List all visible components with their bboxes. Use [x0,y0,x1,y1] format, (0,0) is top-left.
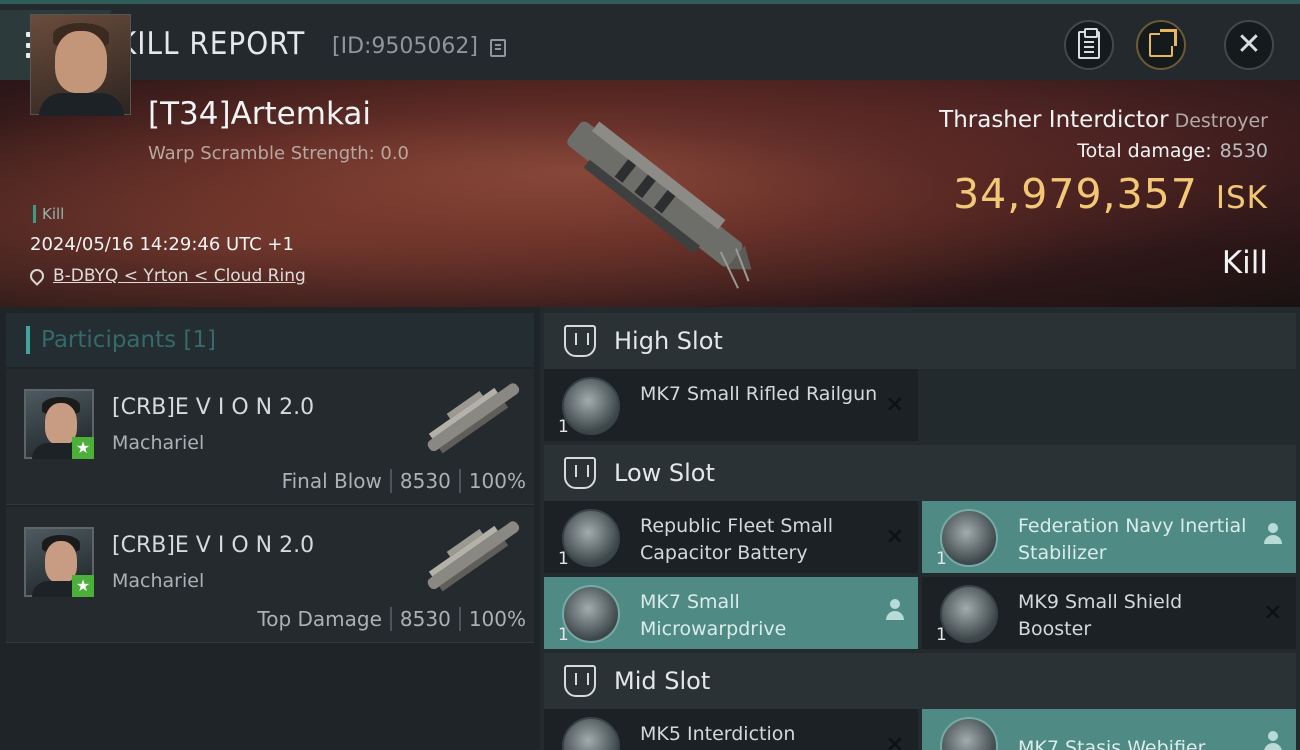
module-name: Federation Navy Inertial Stabilizer [1018,515,1247,564]
clipboard-icon [1078,28,1100,59]
participant-ship-image[interactable] [414,373,534,463]
low-slot-header: Low Slot [544,445,1296,501]
participant-damage: 8530 [399,607,451,631]
module-name: MK7 Stasis Webifier [1018,737,1206,750]
fitting-panel: High Slot 1 MK7 Small Rifled Railgun ✕ L… [540,307,1300,750]
stasis-webifier-icon [940,717,998,750]
interdiction-icon [562,717,620,750]
total-damage: Total damage: 8530 [1077,140,1268,162]
participants-panel: Participants [1] ★ [CRB]E V I O N 2.0 Ma… [0,307,540,750]
kill-tag: Kill [33,205,64,223]
mid-slot-label: Mid Slot [614,667,711,695]
participant-stats: Top Damage 8530 100% [257,607,526,631]
participant-avatar[interactable]: ★ [24,389,94,459]
participant-ship-image[interactable] [414,511,534,601]
participant-role: Final Blow [281,469,382,493]
participant-percent: 100% [468,469,526,493]
isk-amount: 34,979,357 [953,170,1198,218]
module-item[interactable]: 1 Republic Fleet Small Capacitor Battery… [544,501,918,573]
high-slot-header: High Slot [544,313,1296,369]
share-button[interactable] [1136,20,1186,70]
module-qty: 1 [558,625,569,645]
module-item[interactable]: 1 Federation Navy Inertial Stabilizer [922,501,1296,573]
location-pin-icon [27,266,47,286]
module-item[interactable]: 1 MK7 Small Rifled Railgun ✕ [544,369,918,441]
destroyed-x-icon: ✕ [885,393,904,418]
victim-name[interactable]: [T34]Artemkai [148,96,371,132]
destroyed-x-icon: ✕ [1263,601,1282,626]
pilot-icon [886,599,904,623]
module-name: MK9 Small Shield Booster [1018,591,1183,640]
module-qty: 1 [558,549,569,569]
module-name: MK7 Small Rifled Railgun [640,383,878,405]
close-button[interactable]: ✕ [1224,20,1274,70]
pilot-icon [1264,731,1282,750]
ship-name: Thrasher Interdictor [939,107,1169,133]
total-damage-value: 8530 [1219,140,1268,162]
victim-avatar[interactable] [30,14,131,116]
low-slot-label: Low Slot [614,459,715,487]
share-icon [1149,29,1177,57]
participants-count: [1] [183,327,217,353]
warp-scramble-strength: Warp Scramble Strength: 0.0 [148,143,410,164]
pilot-icon [1264,523,1282,547]
victim-ship-type: Thrasher Interdictor Destroyer [939,107,1268,133]
module-item[interactable]: 1 MK9 Small Shield Booster ✕ [922,577,1296,649]
destroyed-x-icon: ✕ [885,525,904,550]
high-slot-icon [564,325,596,357]
participant-percent: 100% [468,607,526,631]
module-name: Republic Fleet Small Capacitor Battery [640,515,834,564]
mid-slot-header: Mid Slot [544,653,1296,709]
top-bar: KILL REPORT [ID:9505062] ✕ [0,0,1300,80]
module-item[interactable]: MK5 Interdiction ✕ [544,709,918,750]
module-qty: 1 [558,417,569,437]
ship-class: Destroyer [1174,110,1268,132]
participants-label: Participants [41,327,177,353]
module-qty: 1 [936,625,947,645]
kill-datetime: 2024/05/16 14:29:46 UTC +1 [30,234,294,255]
microwarpdrive-icon [562,585,620,643]
participant-ship: Machariel [112,432,205,454]
close-icon: ✕ [1236,27,1262,62]
module-name: MK7 Small Microwarpdrive [640,591,787,640]
copy-id-icon[interactable] [490,39,506,57]
inertial-stabilizer-icon [940,509,998,567]
participant-row[interactable]: ★ [CRB]E V I O N 2.0 Machariel Top Damag… [6,507,534,643]
kill-result: Kill [1221,245,1268,281]
participant-name: [CRB]E V I O N 2.0 [112,533,315,558]
participant-role: Top Damage [257,607,382,631]
participants-header[interactable]: Participants [1] [6,313,534,367]
isk-unit: ISK [1215,180,1268,216]
page-title: KILL REPORT [118,26,306,62]
kill-location-link[interactable]: B-DBYQ < Yrton < Cloud Ring [27,266,306,286]
module-item[interactable]: MK7 Stasis Webifier [922,709,1296,750]
isk-value: 34,979,357 ISK [953,170,1268,218]
capacitor-battery-icon [562,509,620,567]
mid-slot-icon [564,665,596,697]
location-text: B-DBYQ < Yrton < Cloud Ring [53,266,306,286]
participant-name: [CRB]E V I O N 2.0 [112,395,315,420]
clipboard-button[interactable] [1064,20,1114,70]
high-slot-label: High Slot [614,327,723,355]
module-name: MK5 Interdiction [640,723,796,745]
railgun-icon [562,377,620,435]
participant-stats: Final Blow 8530 100% [282,469,526,493]
participant-avatar[interactable]: ★ [24,527,94,597]
module-item[interactable]: 1 MK7 Small Microwarpdrive [544,577,918,649]
victim-ship-image[interactable] [540,88,770,308]
star-icon: ★ [72,437,94,459]
total-damage-label: Total damage: [1077,140,1212,162]
star-icon: ★ [72,575,94,597]
participant-ship: Machariel [112,570,205,592]
destroyed-x-icon: ✕ [885,733,904,750]
module-qty: 1 [936,549,947,569]
low-slot-icon [564,457,596,489]
shield-booster-icon [940,585,998,643]
report-id: [ID:9505062] [332,34,478,59]
participant-row[interactable]: ★ [CRB]E V I O N 2.0 Machariel Final Blo… [6,369,534,505]
participant-damage: 8530 [399,469,451,493]
